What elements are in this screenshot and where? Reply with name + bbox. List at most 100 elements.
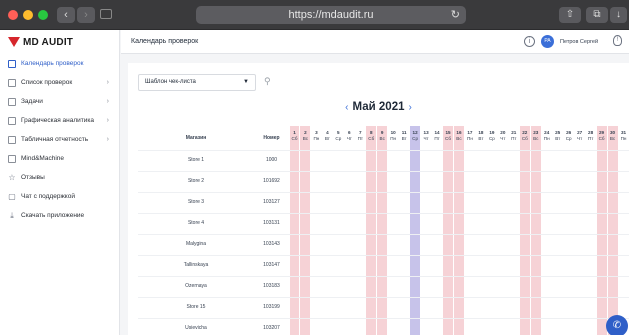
day-header[interactable]: 26 Ср [563, 126, 574, 150]
logo-mark-icon [8, 37, 20, 47]
day-header[interactable]: 16 Вс [454, 126, 465, 150]
store-name[interactable]: Store 3 [138, 192, 254, 213]
day-header[interactable]: 30 Вс [607, 126, 618, 150]
downloads-button[interactable]: ↓ [610, 7, 627, 23]
store-name[interactable]: Store 15 [138, 297, 254, 318]
sidebar-toggle-icon[interactable] [100, 9, 112, 19]
share-button[interactable]: ⇧ [559, 7, 581, 23]
day-header[interactable]: 15 Сб [443, 126, 454, 150]
day-header[interactable]: 10 Пн [388, 126, 399, 150]
day-header[interactable]: 20 Чт [497, 126, 508, 150]
chevron-right-icon: › [106, 136, 109, 143]
day-header[interactable]: 9 Вс [377, 126, 388, 150]
day-header[interactable]: 18 Вт [475, 126, 486, 150]
day-column [388, 126, 398, 335]
sidebar-item[interactable]: Задачи › [0, 92, 119, 111]
sidebar-item[interactable]: Mind&Machine [0, 149, 119, 168]
user-name[interactable]: Петров Сергей [560, 39, 598, 45]
day-column [311, 126, 321, 335]
day-header[interactable]: 25 Вт [552, 126, 563, 150]
day-column [454, 126, 464, 335]
day-header[interactable]: 1 Сб [289, 126, 300, 150]
address-bar[interactable]: https://mdaudit.ru ↻ [196, 6, 466, 24]
weekday-label: Ср [565, 136, 572, 141]
store-name[interactable]: Malygina [138, 234, 254, 255]
day-column [432, 126, 442, 335]
sidebar-item[interactable]: ⤓ Скачать приложение [0, 206, 119, 225]
prev-month-button[interactable]: ‹ [345, 102, 348, 113]
next-month-button[interactable]: › [408, 102, 411, 113]
store-number: 103127 [263, 199, 280, 205]
day-header[interactable]: 31 Пн [618, 126, 629, 150]
sidebar-item-label: Mind&Machine [21, 155, 64, 162]
template-select[interactable]: Шаблон чек-листа ▼ [138, 74, 256, 91]
weekday-label: Ср [488, 136, 495, 141]
day-column [300, 126, 311, 335]
month-title: Май 2021 [352, 101, 405, 113]
weekday-label: Сб [598, 136, 605, 141]
day-column [333, 126, 343, 335]
day-header[interactable]: 8 Сб [366, 126, 377, 150]
close-window-button[interactable] [8, 10, 18, 20]
sidebar-item[interactable]: Список проверок › [0, 73, 119, 92]
day-header[interactable]: 4 Вт [322, 126, 333, 150]
day-header[interactable]: 6 Чт [344, 126, 355, 150]
store-number: 103183 [263, 283, 280, 289]
tabs-button[interactable]: ⧉ [586, 7, 608, 23]
table-icon [8, 135, 16, 144]
day-header[interactable]: 22 Сб [519, 126, 530, 150]
store-name[interactable]: Usievicha [138, 318, 254, 335]
day-header[interactable]: 29 Сб [596, 126, 607, 150]
sidebar-item[interactable]: Табличная отчетность › [0, 130, 119, 149]
sidebar-item[interactable]: Графическая аналитика › [0, 111, 119, 130]
reload-icon[interactable]: ↻ [451, 6, 460, 24]
weekday-label: Пн [620, 136, 627, 141]
day-header[interactable]: 24 Пн [541, 126, 552, 150]
weekday-label: Пт [511, 136, 517, 141]
support-chat-button[interactable]: ✆ [606, 315, 628, 335]
store-name[interactable]: Store 1 [138, 150, 254, 171]
day-header[interactable]: 13 Чт [421, 126, 432, 150]
store-name[interactable]: Store 2 [138, 171, 254, 192]
store-number: 103131 [263, 220, 280, 226]
avatar[interactable]: PA [541, 35, 554, 48]
weekday-label: Сб [445, 136, 451, 141]
store-name[interactable]: Tallinskaya [138, 255, 254, 276]
maximize-window-button[interactable] [38, 10, 48, 20]
minimize-window-button[interactable] [23, 10, 33, 20]
calendar-panel: Шаблон чек-листа ▼ ⚲ ‹ Май 2021 › Магазин Н… [128, 63, 629, 335]
weekday-label: Чт [346, 136, 352, 141]
day-column [355, 126, 365, 335]
sidebar-item[interactable]: Календарь проверок [0, 54, 119, 73]
logo[interactable]: MD AUDIT [0, 30, 119, 54]
day-header[interactable]: 27 Чт [574, 126, 585, 150]
day-header[interactable]: 23 Вс [530, 126, 541, 150]
sidebar-item[interactable]: ☆ Отзывы [0, 168, 119, 187]
weekday-label: Сб [521, 136, 528, 141]
weekday-label: Сб [291, 136, 298, 141]
day-header[interactable]: 28 Пт [585, 126, 596, 150]
forward-button[interactable]: › [77, 7, 95, 23]
day-header[interactable]: 5 Ср [333, 126, 344, 150]
search-icon[interactable]: ⚲ [264, 76, 271, 87]
info-icon[interactable]: i [524, 36, 535, 47]
sidebar-item[interactable]: ▢ Чат с поддержкой [0, 187, 119, 206]
store-name[interactable]: Store 4 [138, 213, 254, 234]
day-header[interactable]: 12 Ср [410, 126, 421, 150]
day-header[interactable]: 2 Вс [300, 126, 311, 150]
day-header[interactable]: 3 Пн [311, 126, 322, 150]
day-header[interactable]: 11 Вт [399, 126, 410, 150]
back-button[interactable]: ‹ [57, 7, 75, 23]
day-header[interactable]: 19 Ср [486, 126, 497, 150]
store-name[interactable]: Ozernaya [138, 276, 254, 297]
calendar-icon [8, 59, 16, 68]
day-header[interactable]: 17 Пн [464, 126, 475, 150]
day-header[interactable]: 7 Пт [355, 126, 366, 150]
lightbulb-icon[interactable]: ! [613, 35, 622, 46]
day-header[interactable]: 14 Пт [432, 126, 443, 150]
day-header[interactable]: 21 Пт [508, 126, 519, 150]
page-title: Календарь проверок [131, 38, 199, 45]
weekday-label: Пт [587, 136, 594, 141]
phone-icon: ✆ [612, 320, 622, 331]
url-text: https://mdaudit.ru [288, 9, 374, 21]
